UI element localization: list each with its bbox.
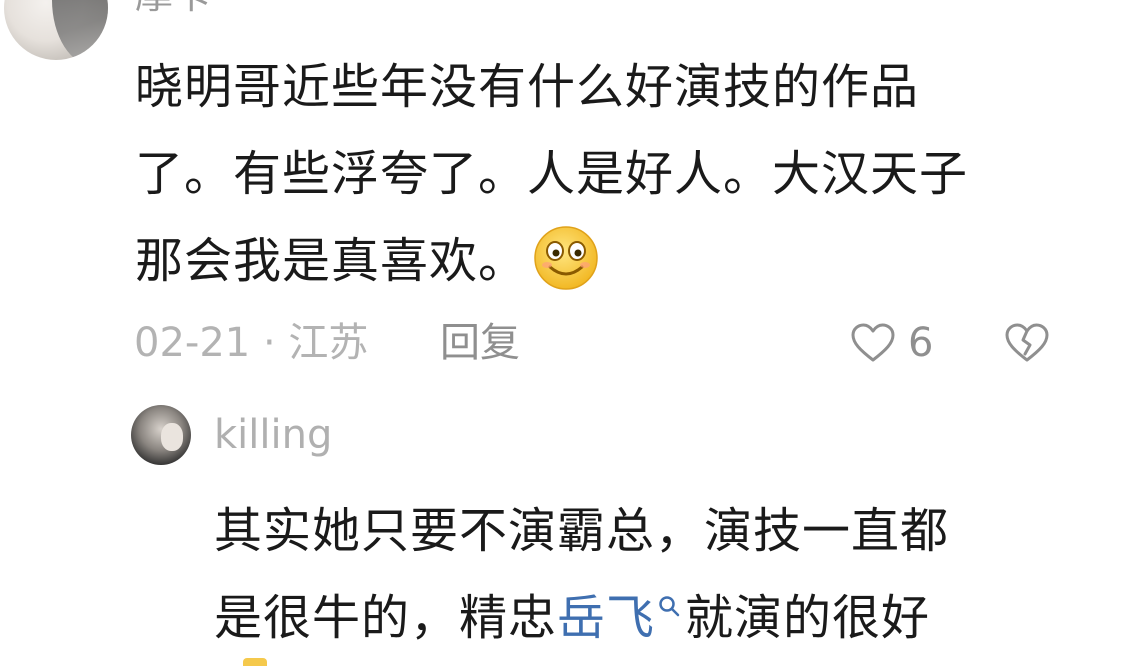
reply-line: 其实她只要不演霸总，演技一直都: [214, 503, 950, 559]
emoji-icon: [243, 658, 267, 666]
reply-username[interactable]: killing: [214, 410, 332, 460]
search-keyword-link[interactable]: 岳飞: [557, 590, 655, 646]
reply-line-text: 是很牛的，精忠: [214, 590, 558, 646]
comment-meta-row: 02-21 · 江苏 回复 6: [134, 318, 1054, 368]
avatar-image: [52, 0, 108, 60]
comment-text: 晓明哥近些年没有什么好演技的作品 了。有些浮夸了。人是好人。大汉天子 那会我是真…: [135, 44, 1075, 305]
reply-button[interactable]: 回复: [440, 318, 520, 368]
broken-heart-icon[interactable]: [1004, 322, 1050, 364]
comment-line: 晓明哥近些年没有什么好演技的作品: [135, 59, 920, 115]
comment-date-location: 02-21 · 江苏: [134, 320, 369, 366]
comment-line: 了。有些浮夸了。人是好人。大汉天子: [135, 146, 969, 202]
reply-text: 其实她只要不演霸总，演技一直都 是很牛的，精忠岳飞 就演的很好: [214, 488, 1094, 662]
like-count: 6: [908, 320, 934, 366]
avatar-image: [161, 423, 183, 451]
reply-line: 是很牛的，精忠岳飞 就演的很好: [214, 575, 1094, 662]
comment-username[interactable]: 摩卡: [135, 0, 211, 14]
avatar[interactable]: [4, 0, 108, 60]
reply-line-text: 就演的很好: [685, 590, 931, 646]
heart-icon: [851, 323, 895, 362]
comment-line: 那会我是真喜欢。: [135, 218, 1075, 305]
smile-emoji-icon: [534, 226, 598, 290]
comment-line-text: 那会我是真喜欢。: [135, 233, 528, 289]
reply-avatar[interactable]: [131, 405, 191, 465]
search-icon[interactable]: [657, 594, 681, 618]
